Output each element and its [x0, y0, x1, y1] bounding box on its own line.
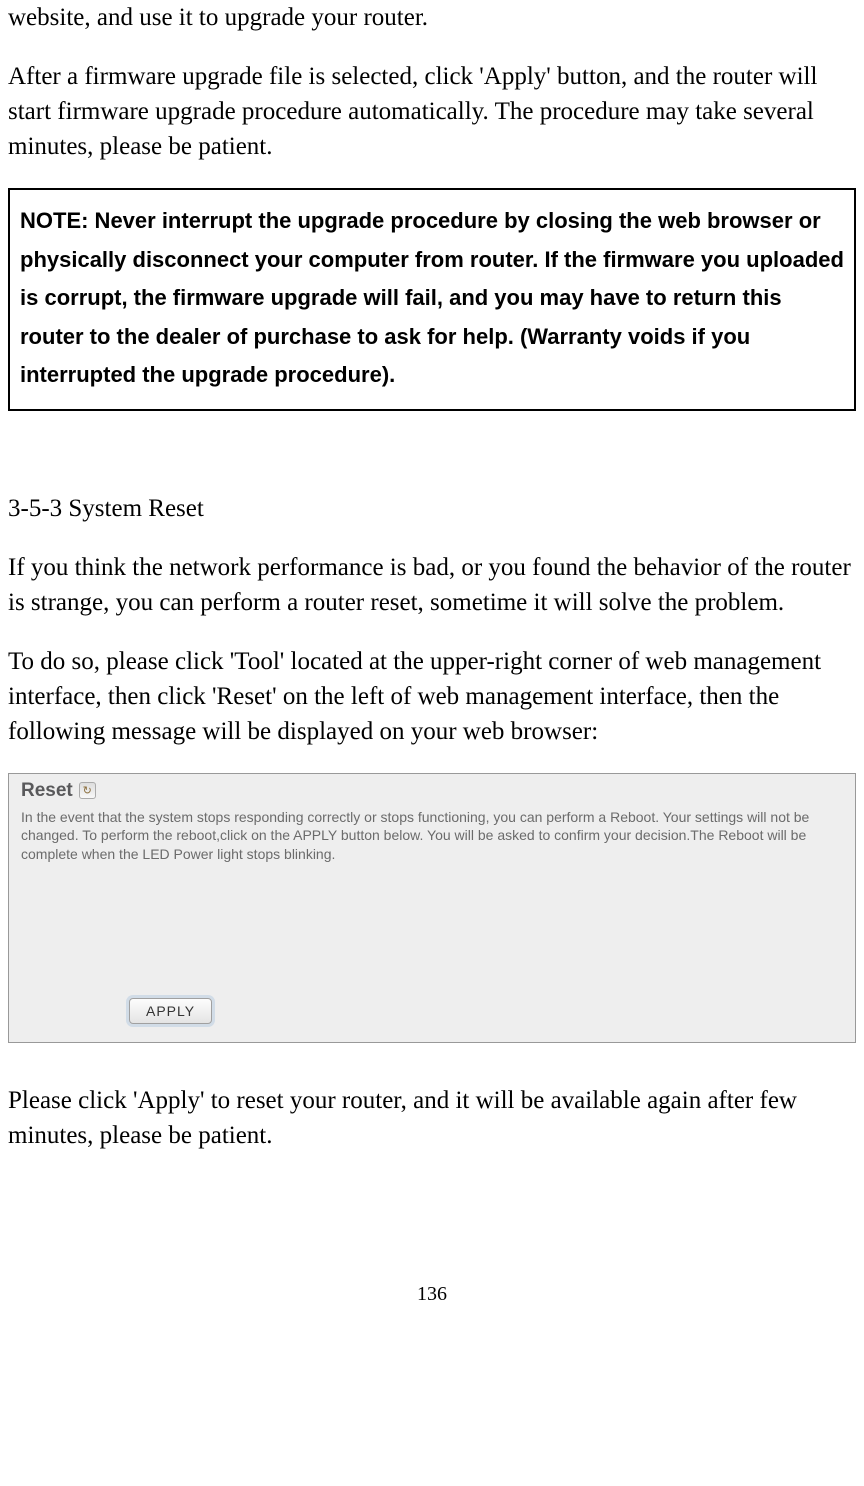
page-number: 136	[8, 1283, 856, 1316]
screenshot-description: In the event that the system stops respo…	[9, 806, 855, 873]
paragraph-website-upgrade: website, and use it to upgrade your rout…	[8, 0, 856, 35]
screenshot-title: Reset	[21, 780, 73, 802]
screenshot-button-row: APPLY	[129, 998, 212, 1024]
paragraph-apply-upgrade: After a firmware upgrade file is selecte…	[8, 59, 856, 164]
reset-screenshot: Reset ↻ In the event that the system sto…	[8, 773, 856, 1043]
refresh-icon: ↻	[79, 782, 96, 799]
paragraph-apply-reset: Please click 'Apply' to reset your route…	[8, 1083, 856, 1153]
note-box: NOTE: Never interrupt the upgrade proced…	[8, 188, 856, 411]
paragraph-reset-intro: If you think the network performance is …	[8, 550, 856, 620]
note-text: NOTE: Never interrupt the upgrade proced…	[20, 202, 844, 395]
section-heading: 3-5-3 System Reset	[8, 491, 856, 526]
apply-button[interactable]: APPLY	[129, 998, 212, 1024]
paragraph-reset-steps: To do so, please click 'Tool' located at…	[8, 644, 856, 749]
screenshot-header: Reset ↻	[9, 774, 855, 806]
